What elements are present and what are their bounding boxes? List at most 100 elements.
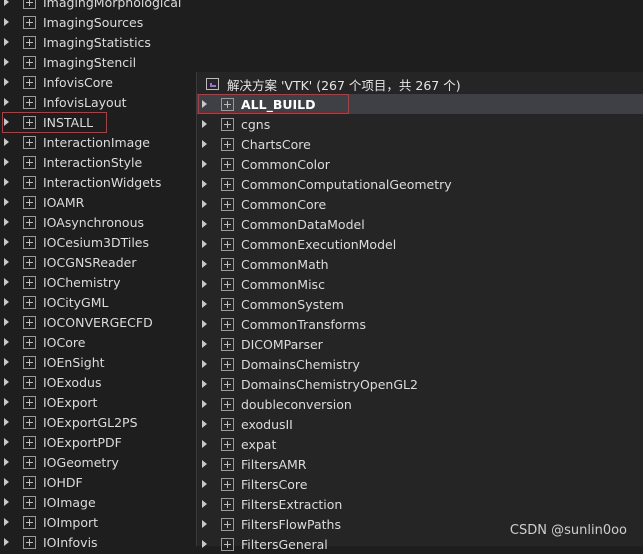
expand-arrow-icon[interactable]: [4, 118, 9, 126]
expand-arrow-icon[interactable]: [4, 358, 9, 366]
expand-arrow-icon[interactable]: [4, 498, 9, 506]
expand-arrow-icon[interactable]: [202, 280, 207, 288]
expand-arrow-icon[interactable]: [202, 460, 207, 468]
expand-arrow-icon[interactable]: [4, 178, 9, 186]
expand-arrow-icon[interactable]: [4, 38, 9, 46]
tree-item[interactable]: IOChemistry: [0, 272, 196, 292]
tree-item[interactable]: CommonExecutionModel: [196, 234, 643, 254]
expand-arrow-icon[interactable]: [202, 380, 207, 388]
expand-arrow-icon[interactable]: [4, 158, 9, 166]
expand-arrow-icon[interactable]: [202, 300, 207, 308]
tree-item[interactable]: DICOMParser: [196, 334, 643, 354]
expand-arrow-icon[interactable]: [4, 98, 9, 106]
expand-arrow-icon[interactable]: [4, 78, 9, 86]
tree-item[interactable]: InfovisLayout: [0, 92, 196, 112]
tree-item[interactable]: CommonSystem: [196, 294, 643, 314]
expand-arrow-icon[interactable]: [202, 200, 207, 208]
expand-arrow-icon[interactable]: [4, 0, 9, 6]
tree-item[interactable]: exodusII: [196, 414, 643, 434]
expand-arrow-icon[interactable]: [4, 278, 9, 286]
expand-arrow-icon[interactable]: [202, 240, 207, 248]
expand-arrow-icon[interactable]: [202, 340, 207, 348]
expand-arrow-icon[interactable]: [4, 218, 9, 226]
tree-item-install[interactable]: INSTALL: [0, 112, 196, 132]
tree-item[interactable]: InteractionImage: [0, 132, 196, 152]
expand-arrow-icon[interactable]: [202, 220, 207, 228]
expand-arrow-icon[interactable]: [202, 500, 207, 508]
expand-arrow-icon[interactable]: [202, 180, 207, 188]
expand-arrow-icon[interactable]: [202, 520, 207, 528]
expand-arrow-icon[interactable]: [4, 478, 9, 486]
expand-arrow-icon[interactable]: [4, 338, 9, 346]
tree-item[interactable]: IOCGNSReader: [0, 252, 196, 272]
tree-item[interactable]: ImagingStencil: [0, 52, 196, 72]
expand-arrow-icon[interactable]: [4, 398, 9, 406]
expand-arrow-icon[interactable]: [4, 538, 9, 546]
expand-arrow-icon[interactable]: [4, 378, 9, 386]
expand-arrow-icon[interactable]: [202, 160, 207, 168]
tree-item[interactable]: IOGeometry: [0, 452, 196, 472]
expand-arrow-icon[interactable]: [4, 258, 9, 266]
tree-item[interactable]: IOImage: [0, 492, 196, 512]
expand-arrow-icon[interactable]: [4, 198, 9, 206]
tree-item[interactable]: CommonCore: [196, 194, 643, 214]
expand-arrow-icon[interactable]: [202, 260, 207, 268]
expand-arrow-icon[interactable]: [202, 140, 207, 148]
tree-item[interactable]: ImagingSources: [0, 12, 196, 32]
tree-item[interactable]: CommonColor: [196, 154, 643, 174]
expand-arrow-icon[interactable]: [202, 400, 207, 408]
tree-item[interactable]: IOInfovis: [0, 532, 196, 552]
tree-item[interactable]: expat: [196, 434, 643, 454]
tree-item[interactable]: ImagingStatistics: [0, 32, 196, 52]
tree-item[interactable]: IOExodus: [0, 372, 196, 392]
tree-item[interactable]: FiltersCore: [196, 474, 643, 494]
tree-item[interactable]: InfovisCore: [0, 72, 196, 92]
expand-arrow-icon[interactable]: [4, 18, 9, 26]
expand-arrow-icon[interactable]: [202, 100, 207, 108]
tree-item[interactable]: IOCityGML: [0, 292, 196, 312]
tree-item[interactable]: CommonMisc: [196, 274, 643, 294]
tree-item[interactable]: doubleconversion: [196, 394, 643, 414]
tree-item[interactable]: CommonComputationalGeometry: [196, 174, 643, 194]
expand-arrow-icon[interactable]: [4, 318, 9, 326]
tree-item[interactable]: CommonTransforms: [196, 314, 643, 334]
expand-arrow-icon[interactable]: [202, 360, 207, 368]
tree-item[interactable]: IOImport: [0, 512, 196, 532]
tree-item[interactable]: FiltersExtraction: [196, 494, 643, 514]
expand-arrow-icon[interactable]: [202, 420, 207, 428]
expand-arrow-icon[interactable]: [202, 540, 207, 548]
tree-item[interactable]: IOHDF: [0, 472, 196, 492]
expand-arrow-icon[interactable]: [202, 480, 207, 488]
expand-arrow-icon[interactable]: [4, 238, 9, 246]
expand-arrow-icon[interactable]: [4, 418, 9, 426]
tree-item-all-build[interactable]: ALL_BUILD: [196, 94, 643, 114]
tree-item[interactable]: ChartsCore: [196, 134, 643, 154]
tree-item[interactable]: IOCONVERGECFD: [0, 312, 196, 332]
tree-item[interactable]: DomainsChemistry: [196, 354, 643, 374]
expand-arrow-icon[interactable]: [202, 440, 207, 448]
tree-item[interactable]: IOExportPDF: [0, 432, 196, 452]
expand-arrow-icon[interactable]: [4, 58, 9, 66]
tree-item[interactable]: CommonDataModel: [196, 214, 643, 234]
tree-item[interactable]: IOEnSight: [0, 352, 196, 372]
tree-item[interactable]: IOExport: [0, 392, 196, 412]
tree-item[interactable]: IOAMR: [0, 192, 196, 212]
expand-arrow-icon[interactable]: [4, 138, 9, 146]
tree-item[interactable]: cgns: [196, 114, 643, 134]
expand-arrow-icon[interactable]: [4, 518, 9, 526]
expand-arrow-icon[interactable]: [4, 298, 9, 306]
expand-arrow-icon[interactable]: [4, 458, 9, 466]
tree-item[interactable]: IOCore: [0, 332, 196, 352]
tree-item[interactable]: InteractionWidgets: [0, 172, 196, 192]
tree-item[interactable]: IOAsynchronous: [0, 212, 196, 232]
tree-item[interactable]: DomainsChemistryOpenGL2: [196, 374, 643, 394]
tree-item[interactable]: FiltersAMR: [196, 454, 643, 474]
tree-item[interactable]: ImagingMorphological: [0, 0, 196, 12]
expand-arrow-icon[interactable]: [202, 120, 207, 128]
tree-item[interactable]: CommonMath: [196, 254, 643, 274]
tree-item[interactable]: InteractionStyle: [0, 152, 196, 172]
expand-arrow-icon[interactable]: [202, 320, 207, 328]
expand-arrow-icon[interactable]: [4, 438, 9, 446]
tree-item[interactable]: IOCesium3DTiles: [0, 232, 196, 252]
tree-item[interactable]: IOExportGL2PS: [0, 412, 196, 432]
